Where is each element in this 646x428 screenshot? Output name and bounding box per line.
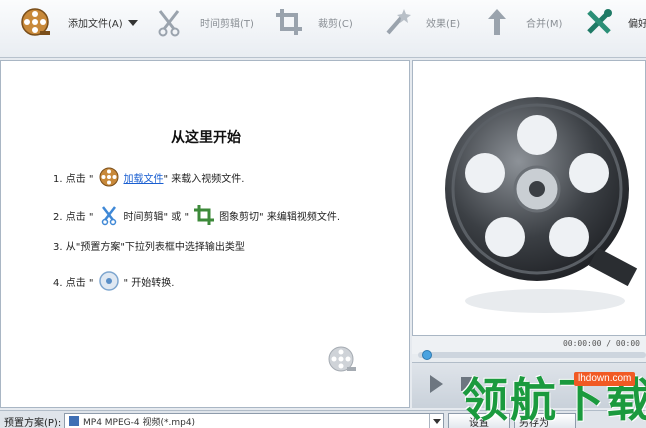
effects-label: 效果(E) (426, 18, 461, 30)
step-3: 3. 从"预置方案"下拉列表框中选择输出类型 (53, 242, 245, 253)
scissors-icon (97, 203, 121, 227)
step-2: 2. 点击 " 时间剪辑" 或 " 图象剪切" 来编辑视频文件. (53, 203, 340, 227)
toolbar: 添加文件(A) 时间剪辑(T) 裁剪(C) 效果(E) 合并(M) 偏好 (0, 0, 646, 58)
preset-label: 预置方案(P): (4, 418, 62, 428)
video-file-icon (69, 416, 79, 426)
watermark-url: lhdown.com (574, 372, 636, 386)
start-title: 从这里开始 (171, 130, 241, 146)
merge-arrow-icon (480, 5, 514, 39)
trim-button[interactable]: 时间剪辑(T) (152, 0, 254, 44)
merge-button[interactable]: 合并(M) (480, 0, 562, 44)
seek-bar[interactable] (418, 352, 646, 358)
add-file-link[interactable]: 加载文件 (124, 170, 164, 185)
crop-icon (272, 5, 306, 39)
scissors-icon (152, 5, 186, 39)
preview-panel: 00:00:00 / 00:00 (412, 60, 646, 408)
magic-wand-icon (380, 5, 414, 39)
video-preview (412, 60, 646, 336)
chevron-down-icon[interactable] (127, 20, 138, 26)
preferences-label: 偏好 (628, 18, 646, 30)
film-reel-icon (327, 345, 357, 375)
chevron-down-icon[interactable] (429, 414, 443, 428)
play-icon (429, 375, 443, 393)
instructions-panel: 从这里开始 1. 点击 " 加载文件 " 来载入视频文件. 2. 点击 " 时间… (0, 60, 410, 408)
film-reel-icon (445, 97, 638, 313)
step-1: 1. 点击 " 加载文件 " 来载入视频文件. (53, 165, 244, 189)
add-file-label: 添加文件(A) (68, 18, 123, 30)
seek-handle[interactable] (422, 350, 432, 360)
merge-label: 合并(M) (526, 18, 563, 30)
film-reel-icon (18, 5, 52, 39)
time-readout: 00:00:00 / 00:00 (562, 339, 640, 348)
preset-value: MP4 MPEG-4 视频(*.mp4) (83, 417, 196, 428)
step-4: 4. 点击 " " 开始转换. (53, 269, 174, 293)
film-reel-icon (97, 165, 121, 189)
play-button[interactable] (424, 373, 448, 395)
preferences-button[interactable]: 偏好 (582, 0, 646, 44)
preset-select[interactable]: MP4 MPEG-4 视频(*.mp4) (64, 413, 444, 428)
trim-label: 时间剪辑(T) (200, 18, 254, 30)
crop-label: 裁剪(C) (318, 18, 353, 30)
crop-button[interactable]: 裁剪(C) (272, 0, 353, 44)
add-file-button[interactable]: 添加文件(A) (18, 0, 138, 44)
crop-icon (192, 203, 216, 227)
tools-icon (582, 5, 616, 39)
effects-button[interactable]: 效果(E) (380, 0, 460, 44)
convert-disc-icon (97, 269, 121, 293)
